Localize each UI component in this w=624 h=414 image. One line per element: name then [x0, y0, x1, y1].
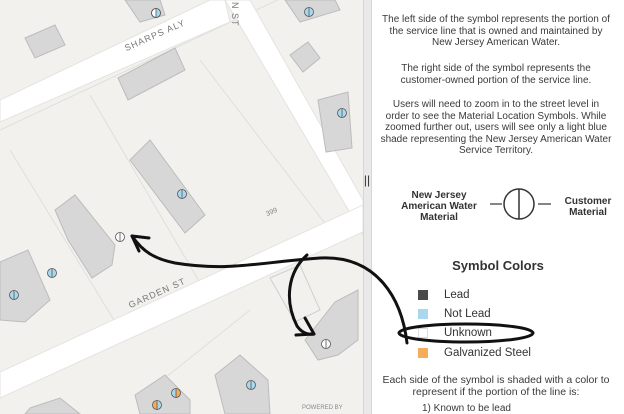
unknown-swatch — [418, 328, 428, 338]
panel-divider[interactable] — [363, 0, 372, 414]
legend-label: Not Lead — [444, 308, 491, 320]
map-symbol — [321, 339, 331, 349]
legend-list-item-1: 1) Known to be lead — [422, 403, 511, 414]
map-symbol — [115, 232, 125, 242]
map-symbol — [9, 290, 19, 300]
not-lead-swatch — [418, 309, 428, 319]
street-label-n-st: N ST — [230, 2, 240, 27]
map-symbol — [171, 388, 181, 398]
legend-text-zoom: Users will need to zoom in to the street… — [380, 99, 612, 156]
legend-text-left-side: The left side of the symbol represents t… — [382, 14, 610, 48]
legend-label: Unknown — [444, 327, 492, 339]
lead-swatch — [418, 290, 428, 300]
legend-text-right-side: The right side of the symbol represents … — [400, 63, 592, 86]
legend-text-shading: Each side of the symbol is shaded with a… — [382, 374, 610, 398]
legend-panel: The left side of the symbol represents t… — [372, 0, 624, 414]
map-symbol — [304, 7, 314, 17]
map-symbol — [152, 400, 162, 410]
diagram-label-customer: Customer Material — [564, 196, 612, 218]
legend-label: Galvanized Steel — [444, 347, 531, 359]
map-symbol — [246, 380, 256, 390]
legend-label: Lead — [444, 289, 470, 301]
diagram-label-njaw: New Jersey American Water Material — [401, 190, 477, 223]
map-symbol — [151, 8, 161, 18]
galvanized-steel-swatch — [418, 348, 428, 358]
map-attribution[interactable]: POWERED BY — [302, 405, 343, 411]
map-symbol — [47, 268, 57, 278]
symbol-colors-heading: Symbol Colors — [452, 258, 544, 273]
map-view[interactable]: SHARPS ALY N ST GARDEN ST 399 POWERED BY — [0, 0, 363, 414]
map-symbol — [177, 189, 187, 199]
map-symbol — [337, 108, 347, 118]
map-canvas[interactable] — [0, 0, 363, 414]
split-circle-icon — [490, 188, 551, 220]
